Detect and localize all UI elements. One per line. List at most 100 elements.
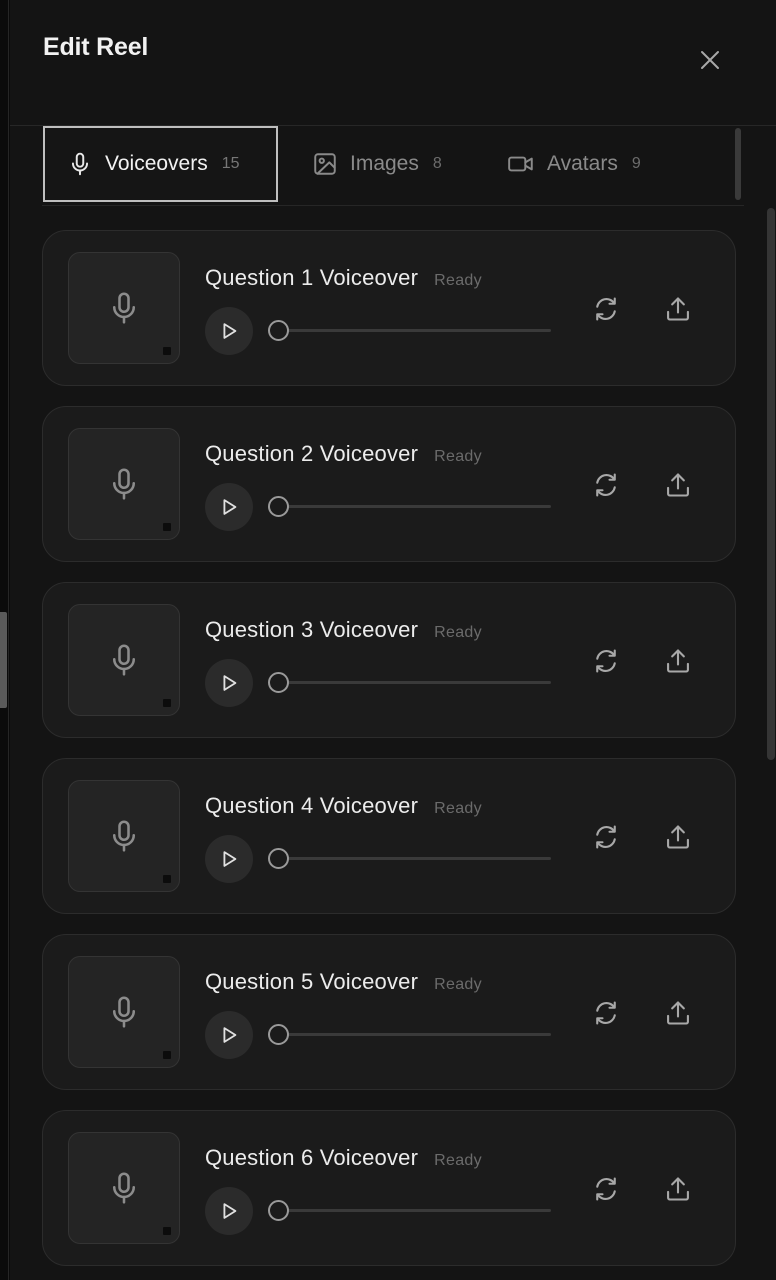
upload-icon — [667, 649, 689, 673]
status-badge: Ready — [434, 800, 482, 817]
regenerate-button[interactable] — [586, 1169, 626, 1209]
microphone-icon — [112, 644, 136, 676]
voiceover-title: Question 1 Voiceover — [205, 265, 419, 290]
upload-icon — [667, 825, 689, 849]
audio-scrubber-handle[interactable] — [268, 1200, 289, 1221]
upload-button[interactable] — [658, 817, 698, 857]
regenerate-button[interactable] — [586, 289, 626, 329]
list-scrollbar[interactable] — [767, 208, 775, 760]
background-scroll-peek — [0, 612, 7, 708]
regenerate-button[interactable] — [586, 641, 626, 681]
play-button[interactable] — [205, 659, 253, 707]
voiceover-thumbnail — [68, 1132, 180, 1244]
microphone-icon — [112, 820, 136, 852]
upload-button[interactable] — [658, 465, 698, 505]
thumbnail-indicator — [163, 699, 171, 707]
tab-images[interactable]: Images 8 — [312, 126, 442, 202]
audio-scrubber-handle[interactable] — [268, 848, 289, 869]
status-badge: Ready — [434, 976, 482, 993]
upload-button[interactable] — [658, 641, 698, 681]
upload-icon — [667, 1177, 689, 1201]
upload-button[interactable] — [658, 1169, 698, 1209]
upload-icon — [667, 1001, 689, 1025]
thumbnail-indicator — [163, 523, 171, 531]
play-button[interactable] — [205, 1187, 253, 1235]
tab-count: 9 — [631, 155, 641, 172]
thumbnail-indicator — [163, 1051, 171, 1059]
audio-progress-track[interactable] — [279, 329, 551, 332]
voiceover-card: Question 5 Voiceover Ready — [42, 934, 736, 1090]
voiceover-title: Question 4 Voiceover — [205, 793, 419, 818]
voiceover-heading: Question 6 Voiceover Ready — [205, 1145, 482, 1171]
close-icon — [701, 51, 719, 69]
voiceover-card: Question 4 Voiceover Ready — [42, 758, 736, 914]
close-button[interactable] — [692, 42, 728, 78]
tab-voiceovers[interactable]: Voiceovers 15 — [43, 126, 278, 202]
status-badge: Ready — [434, 1152, 482, 1169]
status-badge: Ready — [434, 272, 482, 289]
tab-count: 15 — [221, 155, 240, 172]
audio-progress-track[interactable] — [279, 857, 551, 860]
refresh-icon — [596, 473, 616, 497]
play-icon — [223, 1027, 237, 1043]
voiceover-thumbnail — [68, 252, 180, 364]
regenerate-button[interactable] — [586, 465, 626, 505]
play-icon — [223, 1203, 237, 1219]
voiceover-list: Question 1 Voiceover Ready Question 2 Vo… — [42, 230, 736, 1280]
play-icon — [223, 323, 237, 339]
voiceover-heading: Question 1 Voiceover Ready — [205, 265, 482, 291]
tab-label: Images — [350, 152, 419, 175]
edit-reel-app: Edit Reel Voiceovers 15 Images 8 Avatars… — [0, 0, 776, 1280]
tab-count: 8 — [432, 155, 442, 172]
microphone-icon — [112, 292, 136, 324]
panel-header: Edit Reel — [10, 0, 776, 126]
audio-scrubber-handle[interactable] — [268, 672, 289, 693]
voiceover-thumbnail — [68, 780, 180, 892]
microphone-icon — [71, 152, 89, 176]
video-camera-icon — [508, 156, 533, 172]
edit-reel-panel: Edit Reel Voiceovers 15 Images 8 Avatars… — [10, 0, 776, 1280]
play-icon — [223, 675, 237, 691]
page-title: Edit Reel — [43, 33, 149, 61]
voiceover-card: Question 6 Voiceover Ready — [42, 1110, 736, 1266]
upload-button[interactable] — [658, 993, 698, 1033]
tab-avatars[interactable]: Avatars 9 — [507, 126, 641, 202]
regenerate-button[interactable] — [586, 993, 626, 1033]
audio-scrubber-handle[interactable] — [268, 1024, 289, 1045]
voiceover-heading: Question 4 Voiceover Ready — [205, 793, 482, 819]
audio-progress-track[interactable] — [279, 681, 551, 684]
microphone-icon — [112, 1172, 136, 1204]
audio-scrubber-handle[interactable] — [268, 496, 289, 517]
upload-icon — [667, 297, 689, 321]
play-button[interactable] — [205, 835, 253, 883]
play-button[interactable] — [205, 483, 253, 531]
audio-progress-track[interactable] — [279, 1033, 551, 1036]
voiceover-heading: Question 3 Voiceover Ready — [205, 617, 482, 643]
asset-tabs: Voiceovers 15 Images 8 Avatars 9 — [42, 126, 744, 206]
play-icon — [223, 851, 237, 867]
tabs-scrollbar[interactable] — [735, 128, 741, 200]
upload-button[interactable] — [658, 289, 698, 329]
tab-label: Voiceovers — [105, 152, 208, 175]
voiceover-title: Question 6 Voiceover — [205, 1145, 419, 1170]
microphone-icon — [112, 996, 136, 1028]
voiceover-title: Question 5 Voiceover — [205, 969, 419, 994]
voiceover-title: Question 2 Voiceover — [205, 441, 419, 466]
audio-scrubber-handle[interactable] — [268, 320, 289, 341]
audio-progress-track[interactable] — [279, 1209, 551, 1212]
microphone-icon — [112, 468, 136, 500]
voiceover-thumbnail — [68, 604, 180, 716]
audio-progress-track[interactable] — [279, 505, 551, 508]
refresh-icon — [596, 825, 616, 849]
voiceover-heading: Question 5 Voiceover Ready — [205, 969, 482, 995]
voiceover-card: Question 3 Voiceover Ready — [42, 582, 736, 738]
voiceover-card: Question 2 Voiceover Ready — [42, 406, 736, 562]
play-button[interactable] — [205, 1011, 253, 1059]
refresh-icon — [596, 1177, 616, 1201]
play-button[interactable] — [205, 307, 253, 355]
thumbnail-indicator — [163, 875, 171, 883]
voiceover-card: Question 1 Voiceover Ready — [42, 230, 736, 386]
image-icon — [314, 153, 336, 175]
regenerate-button[interactable] — [586, 817, 626, 857]
upload-icon — [667, 473, 689, 497]
